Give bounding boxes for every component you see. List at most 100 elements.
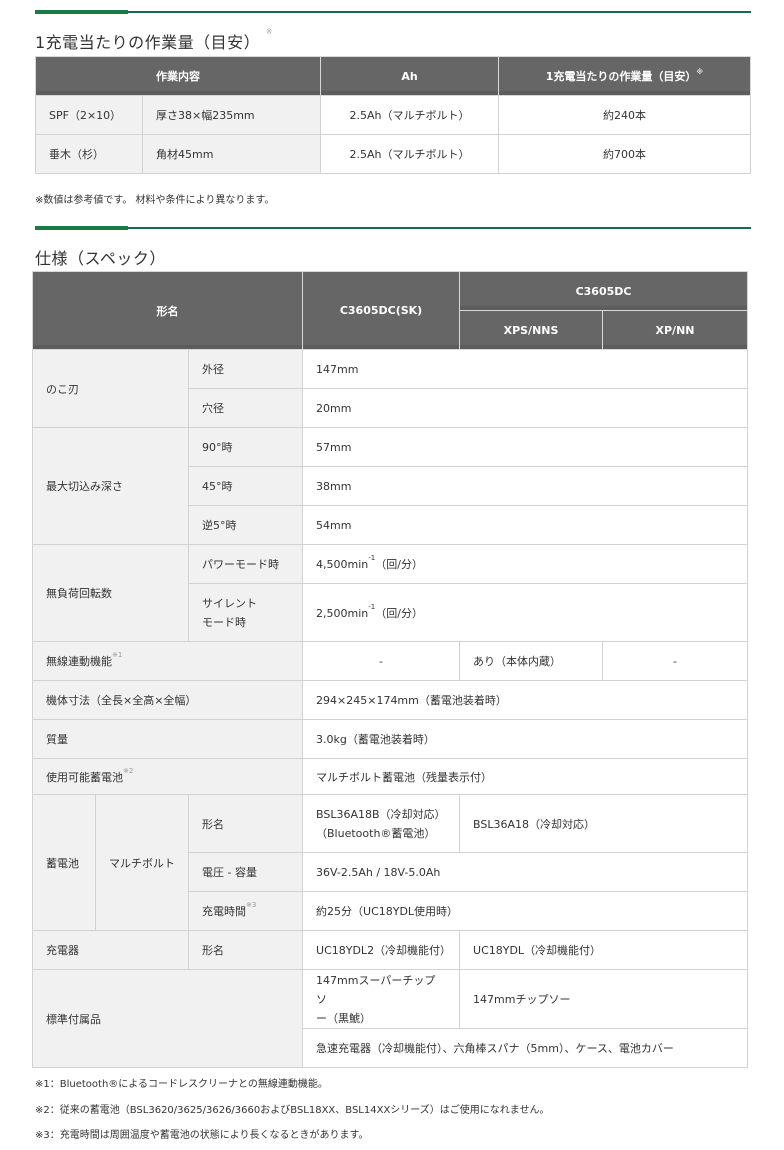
battery-model-other: BSL36A18（冷却対応）	[459, 794, 749, 853]
footnote-mark: ※1	[112, 651, 123, 659]
cut-depth-45-label: 45°時	[187, 466, 304, 506]
battery-model-label: 形名	[187, 794, 304, 853]
header-note-mark: ※	[696, 68, 704, 76]
table-row: 標準付属品 147mmスーパーチップソー（黒鯱） 147mmチップソー	[31, 969, 749, 1068]
mass-value: 3.0kg（蓄電池装着時）	[302, 719, 749, 759]
blade-hole-value: 20mm	[302, 388, 749, 428]
blade-outer-label: 外径	[187, 349, 304, 389]
rpm-silent-label-line2: モード時	[202, 615, 246, 629]
spec-section-title: 仕様（スペック）	[35, 249, 166, 268]
table-row: 垂木（杉） 角材45mm 2.5Ah（マルチボルト） 約700本	[35, 134, 751, 174]
accessories-common: 急速充電器（冷却機能付）、六角棒スパナ（5mm）、ケース、電池カバー	[302, 1028, 749, 1068]
table-row: 無負荷回転数 パワーモード時 4,500min-1（回/分）	[32, 544, 749, 642]
accessories-other: 147mmチップソー	[459, 969, 749, 1029]
charger-other-value: UC18YDL（冷却機能付）	[459, 930, 749, 970]
table-row: 使用可能蓄電池※2 マルチボルト蓄電池（残量表示付）	[31, 758, 749, 795]
blade-hole-label: 穴径	[187, 388, 304, 428]
amount-cell: 約240本	[498, 95, 751, 135]
amount-cell: 約700本	[498, 134, 751, 174]
size-cell: 厚さ38×幅235mm	[142, 95, 321, 135]
accessories-sk: 147mmスーパーチップソー（黒鯱）	[302, 969, 461, 1029]
section-divider	[35, 226, 751, 230]
cut-depth-label: 最大切込み深さ	[32, 427, 189, 545]
spec-table: 形名 C3605DC(SK) C3605DC XPS/NNS XP/NN のこ刃…	[31, 271, 749, 1068]
battery-charge-label-text: 充電時間	[202, 905, 246, 918]
wireless-label-text: 無線連動機能	[46, 655, 112, 668]
size-cell: 角材45mm	[142, 134, 321, 174]
battery-model-sk: BSL36A18B（冷却対応） （Bluetooth®蓄電池）	[302, 794, 461, 853]
cut-depth-90-label: 90°時	[187, 427, 304, 467]
wireless-label: 無線連動機能※1	[31, 641, 304, 681]
rpm-silent-number: 2,500min	[316, 606, 369, 620]
mass-label: 質量	[31, 719, 304, 759]
header-variant-xps: XPS/NNS	[459, 310, 604, 350]
rpm-power-number: 4,500min	[316, 558, 369, 571]
footnote-2: ※2：従来の蓄電池（BSL3620/3625/3626/3660およびBSL18…	[35, 1105, 550, 1116]
table-row: SPF（2×10） 厚さ38×幅235mm 2.5Ah（マルチボルト） 約240…	[35, 95, 751, 135]
material-cell: 垂木（杉）	[35, 134, 143, 174]
rpm-silent-value: 2,500min-1（回/分）	[302, 583, 749, 642]
accessories-label: 標準付属品	[31, 969, 304, 1068]
battery-voltage-value: 36V-2.5Ah / 18V-5.0Ah	[302, 852, 749, 892]
cut-depth-45-value: 38mm	[302, 466, 749, 506]
battery-charge-label: 充電時間※3	[187, 891, 304, 931]
header-variant-xp: XP/NN	[602, 310, 749, 350]
ah-cell: 2.5Ah（マルチボルト）	[320, 95, 499, 135]
table-row: 最大切込み深さ 90°時 57mm	[32, 427, 749, 545]
footnote-mark: ※2	[123, 766, 134, 775]
rpm-unit: （回/分）	[375, 558, 423, 571]
section-divider	[35, 10, 751, 14]
footnote-mark: ※3	[246, 901, 257, 909]
dimensions-label: 機体寸法（全長×全高×全幅）	[31, 680, 304, 720]
cut-depth-rev5-value: 54mm	[302, 505, 749, 545]
footnote-1: ※1：Bluetooth®によるコードレスクリーナとの無線連動機能。	[35, 1079, 328, 1090]
rpm-label: 無負荷回転数	[32, 544, 189, 642]
blade-label: のこ刃	[32, 349, 189, 428]
wireless-xps-value: あり（本体内蔵）	[459, 641, 604, 681]
dimensions-value: 294×245×174mm（蓄電池装着時）	[302, 680, 749, 720]
battery-charge-value: 約25分（UC18YDL使用時）	[302, 891, 749, 931]
footnote-3: ※3：充電時間は周囲温度や蓄電池の状態により長くなるときがあります。	[35, 1130, 369, 1141]
header-model-label: 形名	[31, 271, 304, 350]
work-note: ※数値は参考値です。 材料や条件により異なります。	[35, 195, 275, 206]
battery-voltage-label: 電圧 - 容量	[187, 852, 304, 892]
header-model-sk: C3605DC(SK)	[302, 271, 461, 350]
work-section-title: 1充電当たりの作業量（目安） ※	[35, 27, 273, 53]
work-amount-table: 作業内容 Ah 1充電当たりの作業量（目安）※ SPF（2×10） 厚さ38×幅…	[35, 56, 751, 174]
rpm-exponent: -1	[368, 602, 376, 611]
table-row: 無線連動機能※1 - あり（本体内蔵） -	[31, 641, 749, 681]
cut-depth-90-value: 57mm	[302, 427, 749, 467]
accessories-sk-line1: 147mmスーパーチップソ	[316, 973, 436, 1006]
rpm-exponent: -1	[368, 554, 376, 562]
header-amount: 1充電当たりの作業量（目安）※	[498, 56, 751, 96]
title-note-mark: ※	[265, 27, 273, 36]
usable-battery-label: 使用可能蓄電池※2	[31, 758, 304, 795]
charger-model-label: 形名	[187, 930, 304, 970]
cut-depth-rev5-label: 逆5°時	[187, 505, 304, 545]
wireless-xp-value: -	[602, 641, 749, 681]
rpm-unit: （回/分）	[375, 606, 423, 620]
work-section-title-text: 1充電当たりの作業量（目安）	[35, 33, 261, 52]
ah-cell: 2.5Ah（マルチボルト）	[320, 134, 499, 174]
table-row: 充電器 形名 UC18YDL2（冷却機能付） UC18YDL（冷却機能付）	[32, 930, 749, 970]
battery-model-sk-line1: BSL36A18B（冷却対応）	[316, 807, 446, 821]
table-row: 質量 3.0kg（蓄電池装着時）	[31, 719, 749, 759]
table-row: 機体寸法（全長×全高×全幅） 294×245×174mm（蓄電池装着時）	[31, 680, 749, 720]
usable-battery-label-text: 使用可能蓄電池	[46, 770, 123, 784]
table-row: のこ刃 外径 147mm	[32, 349, 749, 428]
rpm-power-value: 4,500min-1（回/分）	[302, 544, 749, 584]
accessories-sk-line2: ー（黒鯱）	[316, 1011, 372, 1025]
header-amount-text: 1充電当たりの作業量（目安）	[545, 70, 697, 83]
battery-model-sk-line2: （Bluetooth®蓄電池）	[316, 826, 436, 840]
rpm-silent-label: サイレント モード時	[187, 583, 304, 642]
battery-label: 蓄電池	[32, 794, 96, 931]
battery-sub-label: マルチボルト	[95, 794, 189, 931]
header-work-content: 作業内容	[35, 56, 321, 96]
header-model-group: C3605DC	[459, 271, 749, 311]
table-row: 蓄電池 マルチボルト 形名 BSL36A18B（冷却対応） （Bluetooth®…	[32, 794, 749, 931]
material-cell: SPF（2×10）	[35, 95, 143, 135]
usable-battery-value: マルチボルト蓄電池（残量表示付）	[302, 758, 749, 795]
wireless-sk-value: -	[302, 641, 461, 681]
rpm-power-label: パワーモード時	[187, 544, 304, 584]
charger-label: 充電器	[32, 930, 189, 970]
